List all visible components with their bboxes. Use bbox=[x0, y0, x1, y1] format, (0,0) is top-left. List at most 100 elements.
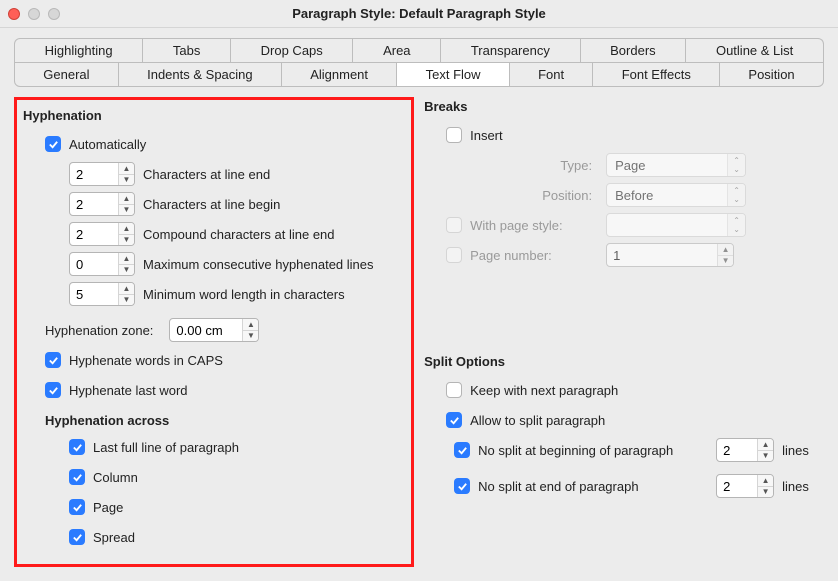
across-page-label: Page bbox=[93, 500, 123, 515]
step-down-icon[interactable]: ▼ bbox=[758, 487, 773, 498]
tab-outline-list[interactable]: Outline & List bbox=[686, 38, 824, 62]
tab-position[interactable]: Position bbox=[720, 62, 824, 87]
hyphenation-heading: Hyphenation bbox=[23, 108, 405, 123]
chars-line-end-label: Characters at line end bbox=[143, 167, 270, 182]
with-page-style-checkbox[interactable] bbox=[446, 217, 462, 233]
across-last-full-line-label: Last full line of paragraph bbox=[93, 440, 239, 455]
hyphenation-zone-label: Hyphenation zone: bbox=[45, 323, 153, 338]
hyphenation-across-heading: Hyphenation across bbox=[23, 413, 405, 428]
max-consecutive-label: Maximum consecutive hyphenated lines bbox=[143, 257, 374, 272]
step-up-icon[interactable]: ▲ bbox=[119, 253, 134, 265]
across-column-checkbox[interactable] bbox=[69, 469, 85, 485]
automatically-checkbox[interactable] bbox=[45, 136, 61, 152]
tab-font[interactable]: Font bbox=[510, 62, 594, 87]
tab-drop-caps[interactable]: Drop Caps bbox=[231, 38, 353, 62]
across-page-checkbox[interactable] bbox=[69, 499, 85, 515]
no-split-end-label: No split at end of paragraph bbox=[478, 479, 708, 494]
minimize-window-icon bbox=[28, 8, 40, 20]
step-up-icon[interactable]: ▲ bbox=[758, 439, 773, 451]
break-position-value: Before bbox=[607, 184, 727, 206]
keep-with-next-label: Keep with next paragraph bbox=[470, 383, 618, 398]
keep-with-next-checkbox[interactable] bbox=[446, 382, 462, 398]
step-down-icon[interactable]: ▼ bbox=[119, 265, 134, 276]
across-column-label: Column bbox=[93, 470, 138, 485]
no-split-begin-input[interactable] bbox=[717, 439, 757, 461]
with-page-style-label: With page style: bbox=[470, 218, 598, 233]
chevron-updown-icon: ⌃⌄ bbox=[727, 154, 745, 176]
tab-general[interactable]: General bbox=[14, 62, 119, 87]
min-word-input[interactable] bbox=[70, 283, 118, 305]
breaks-heading: Breaks bbox=[424, 99, 824, 114]
automatically-label: Automatically bbox=[69, 137, 146, 152]
max-consecutive-spinner[interactable]: ▲▼ bbox=[69, 252, 135, 276]
step-down-icon[interactable]: ▼ bbox=[758, 451, 773, 462]
tab-alignment[interactable]: Alignment bbox=[282, 62, 397, 87]
step-down-icon[interactable]: ▼ bbox=[119, 235, 134, 246]
chars-line-begin-input[interactable] bbox=[70, 193, 118, 215]
allow-split-checkbox[interactable] bbox=[446, 412, 462, 428]
tab-transparency[interactable]: Transparency bbox=[441, 38, 580, 62]
no-split-begin-label: No split at beginning of paragraph bbox=[478, 443, 708, 458]
chars-line-begin-spinner[interactable]: ▲▼ bbox=[69, 192, 135, 216]
step-up-icon[interactable]: ▲ bbox=[119, 193, 134, 205]
page-number-input[interactable] bbox=[607, 244, 717, 266]
step-down-icon[interactable]: ▼ bbox=[119, 295, 134, 306]
no-split-end-checkbox[interactable] bbox=[454, 478, 470, 494]
across-spread-label: Spread bbox=[93, 530, 135, 545]
max-consecutive-input[interactable] bbox=[70, 253, 118, 275]
hyphenate-caps-checkbox[interactable] bbox=[45, 352, 61, 368]
step-down-icon[interactable]: ▼ bbox=[718, 256, 733, 267]
split-options-heading: Split Options bbox=[424, 354, 824, 369]
min-word-spinner[interactable]: ▲▼ bbox=[69, 282, 135, 306]
no-split-begin-spinner[interactable]: ▲▼ bbox=[716, 438, 774, 462]
tab-borders[interactable]: Borders bbox=[581, 38, 687, 62]
tab-tabs[interactable]: Tabs bbox=[143, 38, 231, 62]
hyphenate-last-word-checkbox[interactable] bbox=[45, 382, 61, 398]
tabs-row-2: General Indents & Spacing Alignment Text… bbox=[14, 62, 824, 87]
tab-font-effects[interactable]: Font Effects bbox=[593, 62, 720, 87]
break-type-label: Type: bbox=[470, 158, 598, 173]
no-split-end-input[interactable] bbox=[717, 475, 757, 497]
close-window-icon[interactable] bbox=[8, 8, 20, 20]
step-up-icon[interactable]: ▲ bbox=[119, 163, 134, 175]
no-split-begin-unit: lines bbox=[782, 443, 809, 458]
break-type-value: Page bbox=[607, 154, 727, 176]
across-last-full-line-checkbox[interactable] bbox=[69, 439, 85, 455]
hyphenation-zone-spinner[interactable]: ▲▼ bbox=[169, 318, 259, 342]
across-spread-checkbox[interactable] bbox=[69, 529, 85, 545]
step-down-icon[interactable]: ▼ bbox=[243, 331, 258, 342]
hyphenation-zone-input[interactable] bbox=[170, 319, 242, 341]
tab-text-flow[interactable]: Text Flow bbox=[397, 62, 509, 87]
no-split-end-spinner[interactable]: ▲▼ bbox=[716, 474, 774, 498]
compound-chars-input[interactable] bbox=[70, 223, 118, 245]
chars-line-end-spinner[interactable]: ▲▼ bbox=[69, 162, 135, 186]
tab-area[interactable]: Area bbox=[353, 38, 441, 62]
hyphenate-caps-label: Hyphenate words in CAPS bbox=[69, 353, 223, 368]
step-down-icon[interactable]: ▼ bbox=[119, 205, 134, 216]
break-type-combo[interactable]: Page ⌃⌄ bbox=[606, 153, 746, 177]
window-title: Paragraph Style: Default Paragraph Style bbox=[0, 6, 838, 21]
with-page-style-value bbox=[607, 214, 727, 236]
tab-indents-spacing[interactable]: Indents & Spacing bbox=[119, 62, 282, 87]
compound-chars-spinner[interactable]: ▲▼ bbox=[69, 222, 135, 246]
no-split-begin-checkbox[interactable] bbox=[454, 442, 470, 458]
step-up-icon[interactable]: ▲ bbox=[119, 283, 134, 295]
insert-break-checkbox[interactable] bbox=[446, 127, 462, 143]
chars-line-end-input[interactable] bbox=[70, 163, 118, 185]
with-page-style-combo[interactable]: ⌃⌄ bbox=[606, 213, 746, 237]
min-word-label: Minimum word length in characters bbox=[143, 287, 345, 302]
step-up-icon[interactable]: ▲ bbox=[758, 475, 773, 487]
step-up-icon[interactable]: ▲ bbox=[718, 244, 733, 256]
step-up-icon[interactable]: ▲ bbox=[119, 223, 134, 235]
chevron-updown-icon: ⌃⌄ bbox=[727, 184, 745, 206]
zoom-window-icon bbox=[48, 8, 60, 20]
break-position-combo[interactable]: Before ⌃⌄ bbox=[606, 183, 746, 207]
step-down-icon[interactable]: ▼ bbox=[119, 175, 134, 186]
step-up-icon[interactable]: ▲ bbox=[243, 319, 258, 331]
window-traffic-lights bbox=[8, 8, 60, 20]
compound-chars-label: Compound characters at line end bbox=[143, 227, 335, 242]
tab-highlighting[interactable]: Highlighting bbox=[14, 38, 143, 62]
page-number-spinner[interactable]: ▲▼ bbox=[606, 243, 734, 267]
page-number-checkbox[interactable] bbox=[446, 247, 462, 263]
chars-line-begin-label: Characters at line begin bbox=[143, 197, 280, 212]
